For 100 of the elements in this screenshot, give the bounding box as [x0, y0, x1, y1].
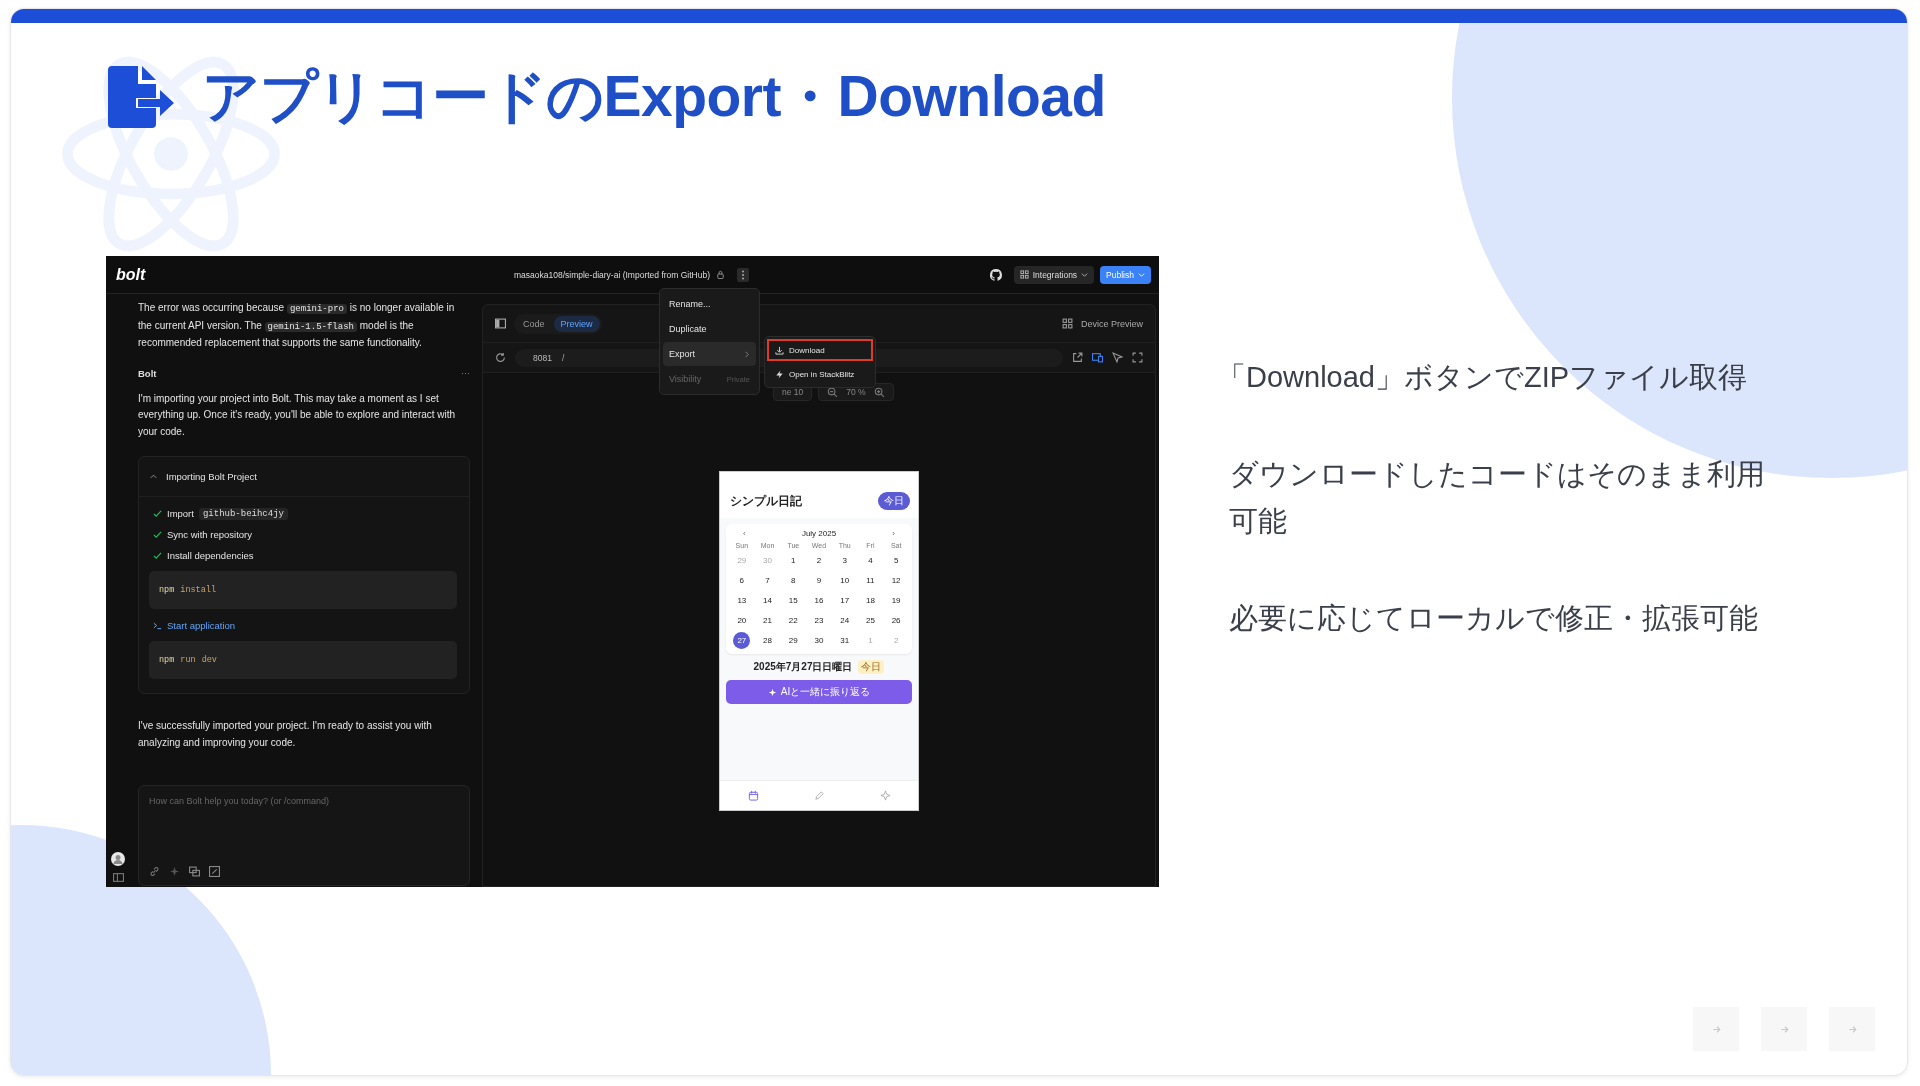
calendar-day[interactable]: 23 [810, 612, 828, 629]
calendar-day[interactable]: 13 [733, 592, 751, 609]
ai-reflect-button[interactable]: AIと一緒に振り返る [726, 680, 912, 704]
calendar-day[interactable]: 14 [759, 592, 777, 609]
calendar-day[interactable]: 5 [887, 552, 905, 569]
calendar-day[interactable]: 4 [861, 552, 879, 569]
previous-month-button[interactable]: ‹ [743, 529, 746, 538]
sparkle-icon [767, 687, 777, 697]
menu-item[interactable]: Export [663, 342, 756, 366]
chat-message: The error was occurring because gemini-pro is no longer available in the current API version. The gemini-1.5-flash model is the recommended replacement that supports the same functionality. [138, 301, 456, 350]
download-icon [775, 345, 784, 355]
calendar-day[interactable]: 27 [733, 632, 751, 649]
sidebar-icon[interactable] [112, 872, 124, 883]
zoom-level: 70 % [846, 387, 866, 397]
calendar-day[interactable]: 26 [887, 612, 905, 629]
calendar-day[interactable]: 20 [733, 612, 751, 629]
project-title[interactable]: masaoka108/simple-diary-ai (Imported from GitHub) [514, 269, 711, 280]
calendar-day[interactable]: 29 [784, 632, 802, 649]
arrow-icon [1846, 1023, 1858, 1035]
more-options-icon[interactable] [737, 267, 750, 282]
submenu-item[interactable]: Open in StackBlitz [767, 363, 873, 385]
menu-item[interactable]: Duplicate [663, 317, 756, 341]
url-path: / [561, 352, 565, 363]
sparkle-icon[interactable] [169, 866, 180, 877]
author-name: Bolt [138, 367, 157, 379]
card-title[interactable]: Importing Bolt Project [166, 471, 257, 482]
step-label: Import [167, 508, 194, 519]
calendar-icon[interactable] [747, 790, 759, 801]
calendar-day[interactable]: 11 [861, 572, 879, 589]
chat-message: I'm importing your project into Bolt. This may take a moment as I set everything up. Once it's ready, you'll be able to explore and interact with your code. [138, 391, 457, 439]
chat-icon[interactable] [189, 866, 200, 877]
expand-icon[interactable] [209, 866, 220, 877]
slide-title: アプリコードのExport・Download [202, 62, 1106, 130]
calendar-day[interactable]: 18 [861, 592, 879, 609]
integrations-button[interactable]: Integrations [1013, 265, 1095, 284]
publish-button[interactable]: Publish [1100, 265, 1151, 284]
calendar-day[interactable]: 10 [836, 572, 854, 589]
calendar-day[interactable]: 7 [759, 572, 777, 589]
submenu-item[interactable]: Download [767, 339, 873, 361]
step-label: Install dependencies [167, 550, 254, 561]
avatar-icon[interactable] [111, 852, 125, 866]
calendar-day[interactable]: 16 [810, 592, 828, 609]
app-title: シンプル日記 [730, 493, 802, 510]
today-button[interactable]: 今日 [878, 492, 910, 510]
grid-icon[interactable] [1061, 318, 1073, 329]
command-block: npm install [149, 571, 457, 609]
calendar-day[interactable]: 6 [733, 572, 751, 589]
zoom-out-icon[interactable] [827, 386, 839, 398]
calendar-day[interactable]: 28 [759, 632, 777, 649]
calendar-day[interactable]: 30 [810, 632, 828, 649]
arrow-icon [1710, 1023, 1722, 1035]
inspect-icon[interactable] [1112, 352, 1123, 363]
calendar-day[interactable]: 3 [836, 552, 854, 569]
external-link-icon[interactable] [1072, 352, 1083, 363]
zoom-in-icon[interactable] [873, 386, 885, 398]
selected-date: 2025年7月27日日曜日 [753, 660, 853, 674]
month-label: July 2025 [801, 529, 837, 538]
calendar-day[interactable]: 31 [836, 632, 854, 649]
command-block: npm run dev [149, 641, 457, 679]
calendar-day[interactable]: 1 [784, 552, 802, 569]
caret-icon [1138, 271, 1145, 278]
code-chip: github-beihc4jy [198, 507, 288, 520]
lock-icon [716, 270, 726, 279]
menu-item[interactable]: Rename... [663, 292, 756, 316]
step-label: Start application [167, 620, 236, 631]
app-logo: bolt [116, 265, 147, 284]
prompt-field[interactable]: How can Bolt help you today? (or /command) [149, 796, 459, 806]
step-label: Sync with repository [167, 529, 252, 540]
bullet-text: 「Download」ボタンでZIPファイル取得 [1217, 360, 1749, 395]
fullscreen-icon[interactable] [1132, 352, 1143, 363]
today-tag: 今日 [858, 660, 885, 674]
view-tab[interactable]: Code [516, 315, 552, 332]
devices-icon[interactable] [1092, 352, 1103, 363]
more-options[interactable]: ··· [461, 368, 470, 378]
caret-icon [1081, 271, 1089, 278]
link-icon[interactable] [149, 866, 160, 877]
calendar-day[interactable]: 2 [810, 552, 828, 569]
calendar-day[interactable]: 8 [784, 572, 802, 589]
sidebar-toggle-icon[interactable] [495, 318, 506, 329]
port-label[interactable]: 8081 [533, 352, 552, 363]
next-month-button[interactable]: › [892, 529, 895, 538]
chat-message: I've successfully imported your project. I'm ready to assist you with analyzing and improving your code. [138, 719, 433, 750]
github-icon[interactable] [989, 268, 1002, 281]
calendar-day[interactable]: 22 [784, 612, 802, 629]
grid-icon [1019, 270, 1029, 279]
calendar-day[interactable]: 17 [836, 592, 854, 609]
view-tab[interactable]: Preview [553, 315, 600, 332]
file-export-icon [106, 66, 176, 128]
chevron-icon[interactable] [149, 472, 158, 481]
calendar-day[interactable]: 24 [836, 612, 854, 629]
calendar-day[interactable]: 25 [861, 612, 879, 629]
lightning-icon [775, 369, 784, 379]
refresh-icon[interactable] [495, 352, 506, 363]
calendar-day[interactable]: 19 [887, 592, 905, 609]
calendar-day[interactable]: 9 [810, 572, 828, 589]
calendar-day[interactable]: 15 [784, 592, 802, 609]
calendar-day[interactable]: 12 [887, 572, 905, 589]
bullet-text: ダウンロードしたコードはそのまま利用可能 [1229, 457, 1766, 539]
calendar-day[interactable]: 21 [759, 612, 777, 629]
device-preview-button[interactable]: Device Preview [1080, 318, 1143, 329]
